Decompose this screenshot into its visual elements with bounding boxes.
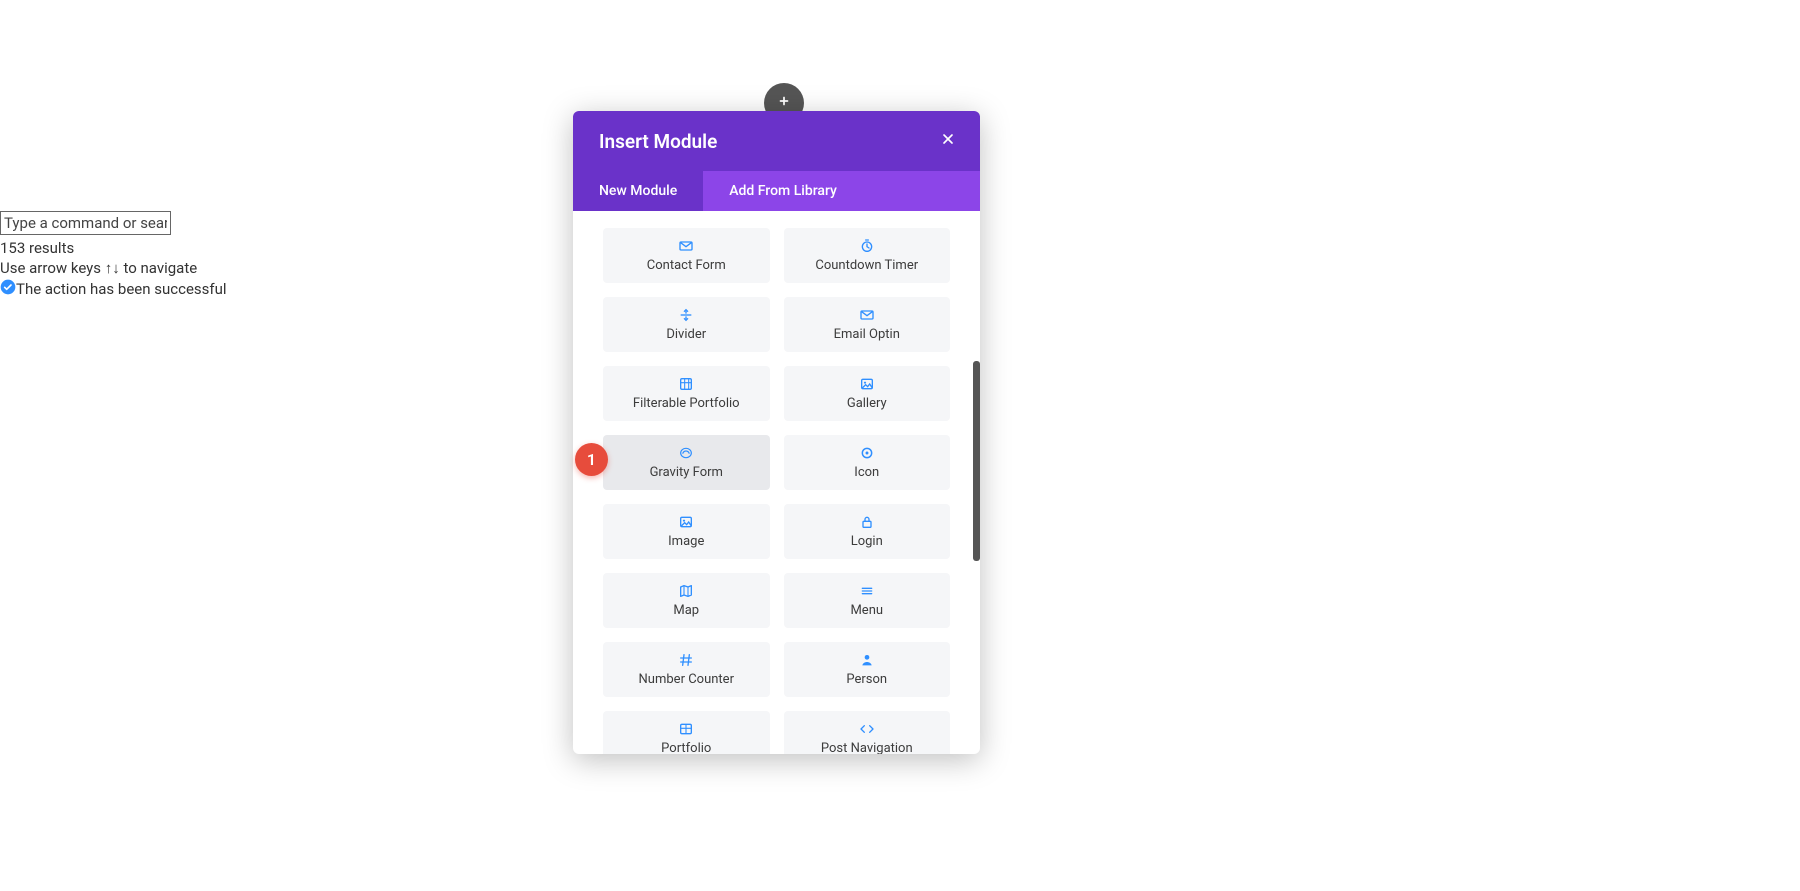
command-palette-area: 153 results Use arrow keys ↑↓ to navigat… [0, 211, 227, 299]
module-card-contact-form[interactable]: Contact Form [603, 228, 770, 283]
mail-icon [678, 238, 694, 254]
module-label: Countdown Timer [815, 258, 918, 273]
results-count: 153 results [0, 239, 227, 257]
module-card-countdown-timer[interactable]: Countdown Timer [784, 228, 951, 283]
modal-body: Contact Form Countdown Timer Divider Email … [573, 211, 980, 754]
module-card-gallery[interactable]: Gallery [784, 366, 951, 421]
module-label: Email Optin [834, 327, 900, 342]
module-label: Menu [850, 603, 883, 618]
grid-icon [678, 376, 694, 392]
check-circle-icon [0, 279, 16, 299]
menu-icon [859, 583, 875, 599]
modal-tabs: New Module Add From Library [573, 171, 980, 211]
gf-icon [678, 445, 694, 461]
image-icon [678, 514, 694, 530]
step-badge-number: 1 [587, 450, 596, 469]
module-label: Gravity Form [650, 465, 723, 480]
module-card-map[interactable]: Map [603, 573, 770, 628]
module-label: Login [851, 534, 883, 549]
module-card-filterable-portfolio[interactable]: Filterable Portfolio [603, 366, 770, 421]
grid2-icon [678, 721, 694, 737]
module-card-person[interactable]: Person [784, 642, 951, 697]
module-card-login[interactable]: Login [784, 504, 951, 559]
scrollbar-thumb[interactable] [973, 361, 980, 561]
module-label: Filterable Portfolio [633, 396, 740, 411]
map-icon [678, 583, 694, 599]
close-icon [940, 131, 956, 151]
module-label: Icon [854, 465, 879, 480]
module-label: Post Navigation [821, 741, 913, 754]
module-card-gravity-form[interactable]: Gravity Form [603, 435, 770, 490]
module-card-icon[interactable]: Icon [784, 435, 951, 490]
close-button[interactable] [936, 129, 960, 153]
modal-title: Insert Module [599, 130, 717, 153]
module-label: Image [668, 534, 704, 549]
module-label: Contact Form [647, 258, 726, 273]
module-card-email-optin[interactable]: Email Optin [784, 297, 951, 352]
module-label: Number Counter [639, 672, 734, 687]
image-icon [859, 376, 875, 392]
nav-hint: Use arrow keys ↑↓ to navigate [0, 259, 227, 277]
module-card-portfolio[interactable]: Portfolio [603, 711, 770, 754]
tab-label: New Module [599, 183, 677, 199]
code-icon [859, 721, 875, 737]
lock-icon [859, 514, 875, 530]
status-message: The action has been successful [0, 279, 227, 299]
module-label: Person [846, 672, 887, 687]
status-text: The action has been successful [16, 280, 227, 298]
circle-icon [859, 445, 875, 461]
module-label: Divider [666, 327, 706, 342]
module-card-image[interactable]: Image [603, 504, 770, 559]
module-card-number-counter[interactable]: Number Counter [603, 642, 770, 697]
module-card-menu[interactable]: Menu [784, 573, 951, 628]
divider-icon [678, 307, 694, 323]
tab-new-module[interactable]: New Module [573, 171, 703, 211]
command-input[interactable] [0, 211, 171, 235]
mail-icon [859, 307, 875, 323]
module-label: Portfolio [661, 741, 711, 754]
module-card-post-navigation[interactable]: Post Navigation [784, 711, 951, 754]
person-icon [859, 652, 875, 668]
plus-icon [777, 94, 791, 112]
tab-label: Add From Library [729, 183, 837, 199]
hash-icon [678, 652, 694, 668]
module-label: Gallery [847, 396, 887, 411]
insert-module-modal: Insert Module New Module Add From Librar… [573, 111, 980, 754]
tab-add-from-library[interactable]: Add From Library [703, 171, 863, 211]
timer-icon [859, 238, 875, 254]
module-card-divider[interactable]: Divider [603, 297, 770, 352]
module-label: Map [673, 603, 699, 618]
module-list[interactable]: Contact Form Countdown Timer Divider Email … [573, 211, 980, 754]
step-badge: 1 [575, 443, 608, 476]
modal-header: Insert Module [573, 111, 980, 171]
